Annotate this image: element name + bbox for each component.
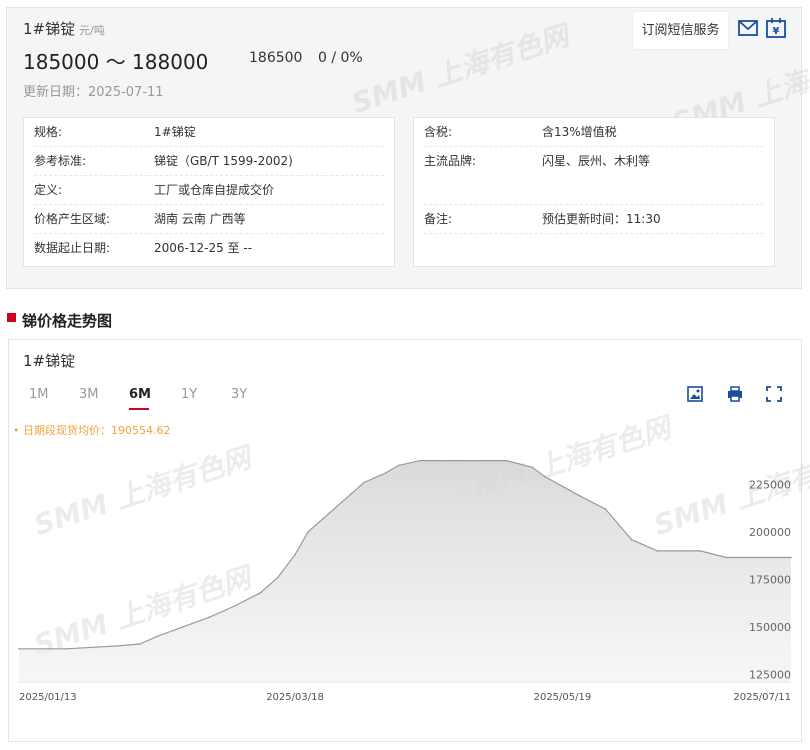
print-icon[interactable] xyxy=(727,386,743,402)
price-point xyxy=(138,643,141,645)
subscribe-sms-button[interactable]: 订阅短信服务 xyxy=(633,12,728,49)
unit-label: 元/吨 xyxy=(79,24,105,37)
price-change: 0 / 0% xyxy=(318,50,363,66)
price-point xyxy=(656,550,659,552)
fullscreen-icon[interactable] xyxy=(766,386,782,402)
svg-text:¥: ¥ xyxy=(773,26,780,37)
info-key: 规格: xyxy=(34,125,63,139)
info-row: 参考标准: 锑锭（GB/T 1599-2002) xyxy=(34,147,384,176)
price-point xyxy=(259,591,262,594)
price-point xyxy=(207,616,210,619)
tab-1m[interactable]: 1M xyxy=(29,387,49,402)
x-tick-label: 2025/05/19 xyxy=(534,692,592,703)
y-tick-label: 225000 xyxy=(749,478,791,491)
price-point xyxy=(363,481,365,484)
price-area xyxy=(19,460,791,682)
price-point xyxy=(699,550,702,552)
mid-price: 186500 xyxy=(249,50,303,66)
update-date: 更新日期：2025-07-11 xyxy=(23,85,164,100)
price-point xyxy=(751,556,753,559)
price-point xyxy=(561,485,564,488)
info-right-box: 含税: 含13%增值税 主流品牌: 闪星、辰州、木利等 备注: 预估更新时间：11:3… xyxy=(413,117,775,267)
section-marker xyxy=(7,313,16,322)
price-point xyxy=(18,647,20,650)
info-value: 含13%增值税 xyxy=(542,125,617,139)
watermark: SMM 上海有色网 xyxy=(347,18,573,120)
price-point xyxy=(578,495,581,497)
info-value: 闪星、辰州、木利等 xyxy=(542,154,651,168)
price-point xyxy=(544,476,546,478)
info-value: 预估更新时间：11:30 xyxy=(542,212,661,226)
price-point xyxy=(156,635,158,638)
price-calendar-icon[interactable]: ¥ xyxy=(765,17,787,39)
info-key: 价格产生区域: xyxy=(34,212,111,226)
price-point xyxy=(419,459,421,462)
price-point xyxy=(328,512,331,514)
price-point xyxy=(630,538,633,541)
info-row: 含税: 含13%增值税 xyxy=(424,118,764,147)
price-point xyxy=(350,493,352,495)
tab-3m[interactable]: 3M xyxy=(79,387,99,402)
info-row: 主流品牌: 闪星、辰州、木利等 xyxy=(424,147,764,205)
price-point xyxy=(294,553,296,556)
info-left-box: 规格: 1#锑锭 参考标准: 锑锭（GB/T 1599-2002) 定义: 工厂或仓库… xyxy=(23,117,395,267)
info-row: 定义: 工厂或仓库自提成交价 xyxy=(34,176,384,205)
price-point xyxy=(65,647,68,650)
price-point xyxy=(445,459,447,462)
tab-6m[interactable]: 6M xyxy=(129,387,151,402)
price-range: 185000 ～ 188000 xyxy=(23,50,209,74)
product-card: SMM 上海有色网 SMM 上海有色网 1#锑锭 元/吨 185000 ～ 188… xyxy=(6,7,810,289)
x-tick-label: 2025/03/18 xyxy=(266,692,324,703)
price-point xyxy=(397,464,400,467)
y-tick-label: 150000 xyxy=(749,621,791,634)
tab-1y[interactable]: 1Y xyxy=(181,387,197,402)
info-row: 规格: 1#锑锭 xyxy=(34,118,384,147)
info-row: 价格产生区域: 湖南 云南 广西等 xyxy=(34,205,384,234)
product-name-text: 1#锑锭 xyxy=(23,20,76,38)
price-chart: 125000 150000 175000 200000 225000 2025/01/13… xyxy=(18,459,792,703)
price-point xyxy=(682,550,684,552)
info-value: 工厂或仓库自提成交价 xyxy=(154,183,275,197)
tab-3y[interactable]: 3Y xyxy=(231,387,247,402)
info-row: 数据起止日期: 2006-12-25 至 -- xyxy=(34,234,384,263)
price-point xyxy=(384,472,387,474)
price-point xyxy=(777,556,779,559)
info-key: 参考标准: xyxy=(34,154,87,168)
price-point xyxy=(276,576,279,579)
price-point xyxy=(505,459,508,462)
section-title: 锑价格走势图 xyxy=(22,312,113,330)
info-key: 主流品牌: xyxy=(424,154,477,168)
info-key: 含税: xyxy=(424,125,453,139)
info-value: 2006-12-25 至 -- xyxy=(154,241,253,255)
price-point xyxy=(790,556,792,559)
price-point xyxy=(182,626,184,628)
info-value: 锑锭（GB/T 1599-2002) xyxy=(154,154,293,168)
active-tab-underline xyxy=(129,408,149,410)
price-point xyxy=(725,556,728,559)
info-value: 1#锑锭 xyxy=(154,125,196,139)
y-tick-label: 200000 xyxy=(749,526,791,539)
y-tick-label: 125000 xyxy=(749,668,791,681)
price-point xyxy=(233,605,236,607)
x-tick-label: 2025/07/11 xyxy=(733,692,791,703)
price-point xyxy=(471,459,473,462)
price-point xyxy=(117,645,119,647)
mail-icon[interactable] xyxy=(737,17,759,39)
info-row: 备注: 预估更新时间：11:30 xyxy=(424,205,764,234)
price-point xyxy=(307,531,309,533)
info-key: 备注: xyxy=(424,212,453,226)
chart-product-name: 1#锑锭 xyxy=(23,352,76,370)
info-key: 数据起止日期: xyxy=(34,241,111,255)
price-point xyxy=(531,466,534,469)
price-point xyxy=(604,508,607,510)
product-name: 1#锑锭 元/吨 xyxy=(23,18,105,39)
x-tick-label: 2025/01/13 xyxy=(19,692,77,703)
download-image-icon[interactable] xyxy=(687,386,703,402)
chart-card: 1#锑锭 1M 3M 6M 1Y 3Y • 日期段现货均价：190554.62 … xyxy=(8,339,810,742)
info-value: 湖南 云南 广西等 xyxy=(154,212,246,226)
info-key: 定义: xyxy=(34,183,63,197)
y-tick-label: 175000 xyxy=(749,573,791,586)
